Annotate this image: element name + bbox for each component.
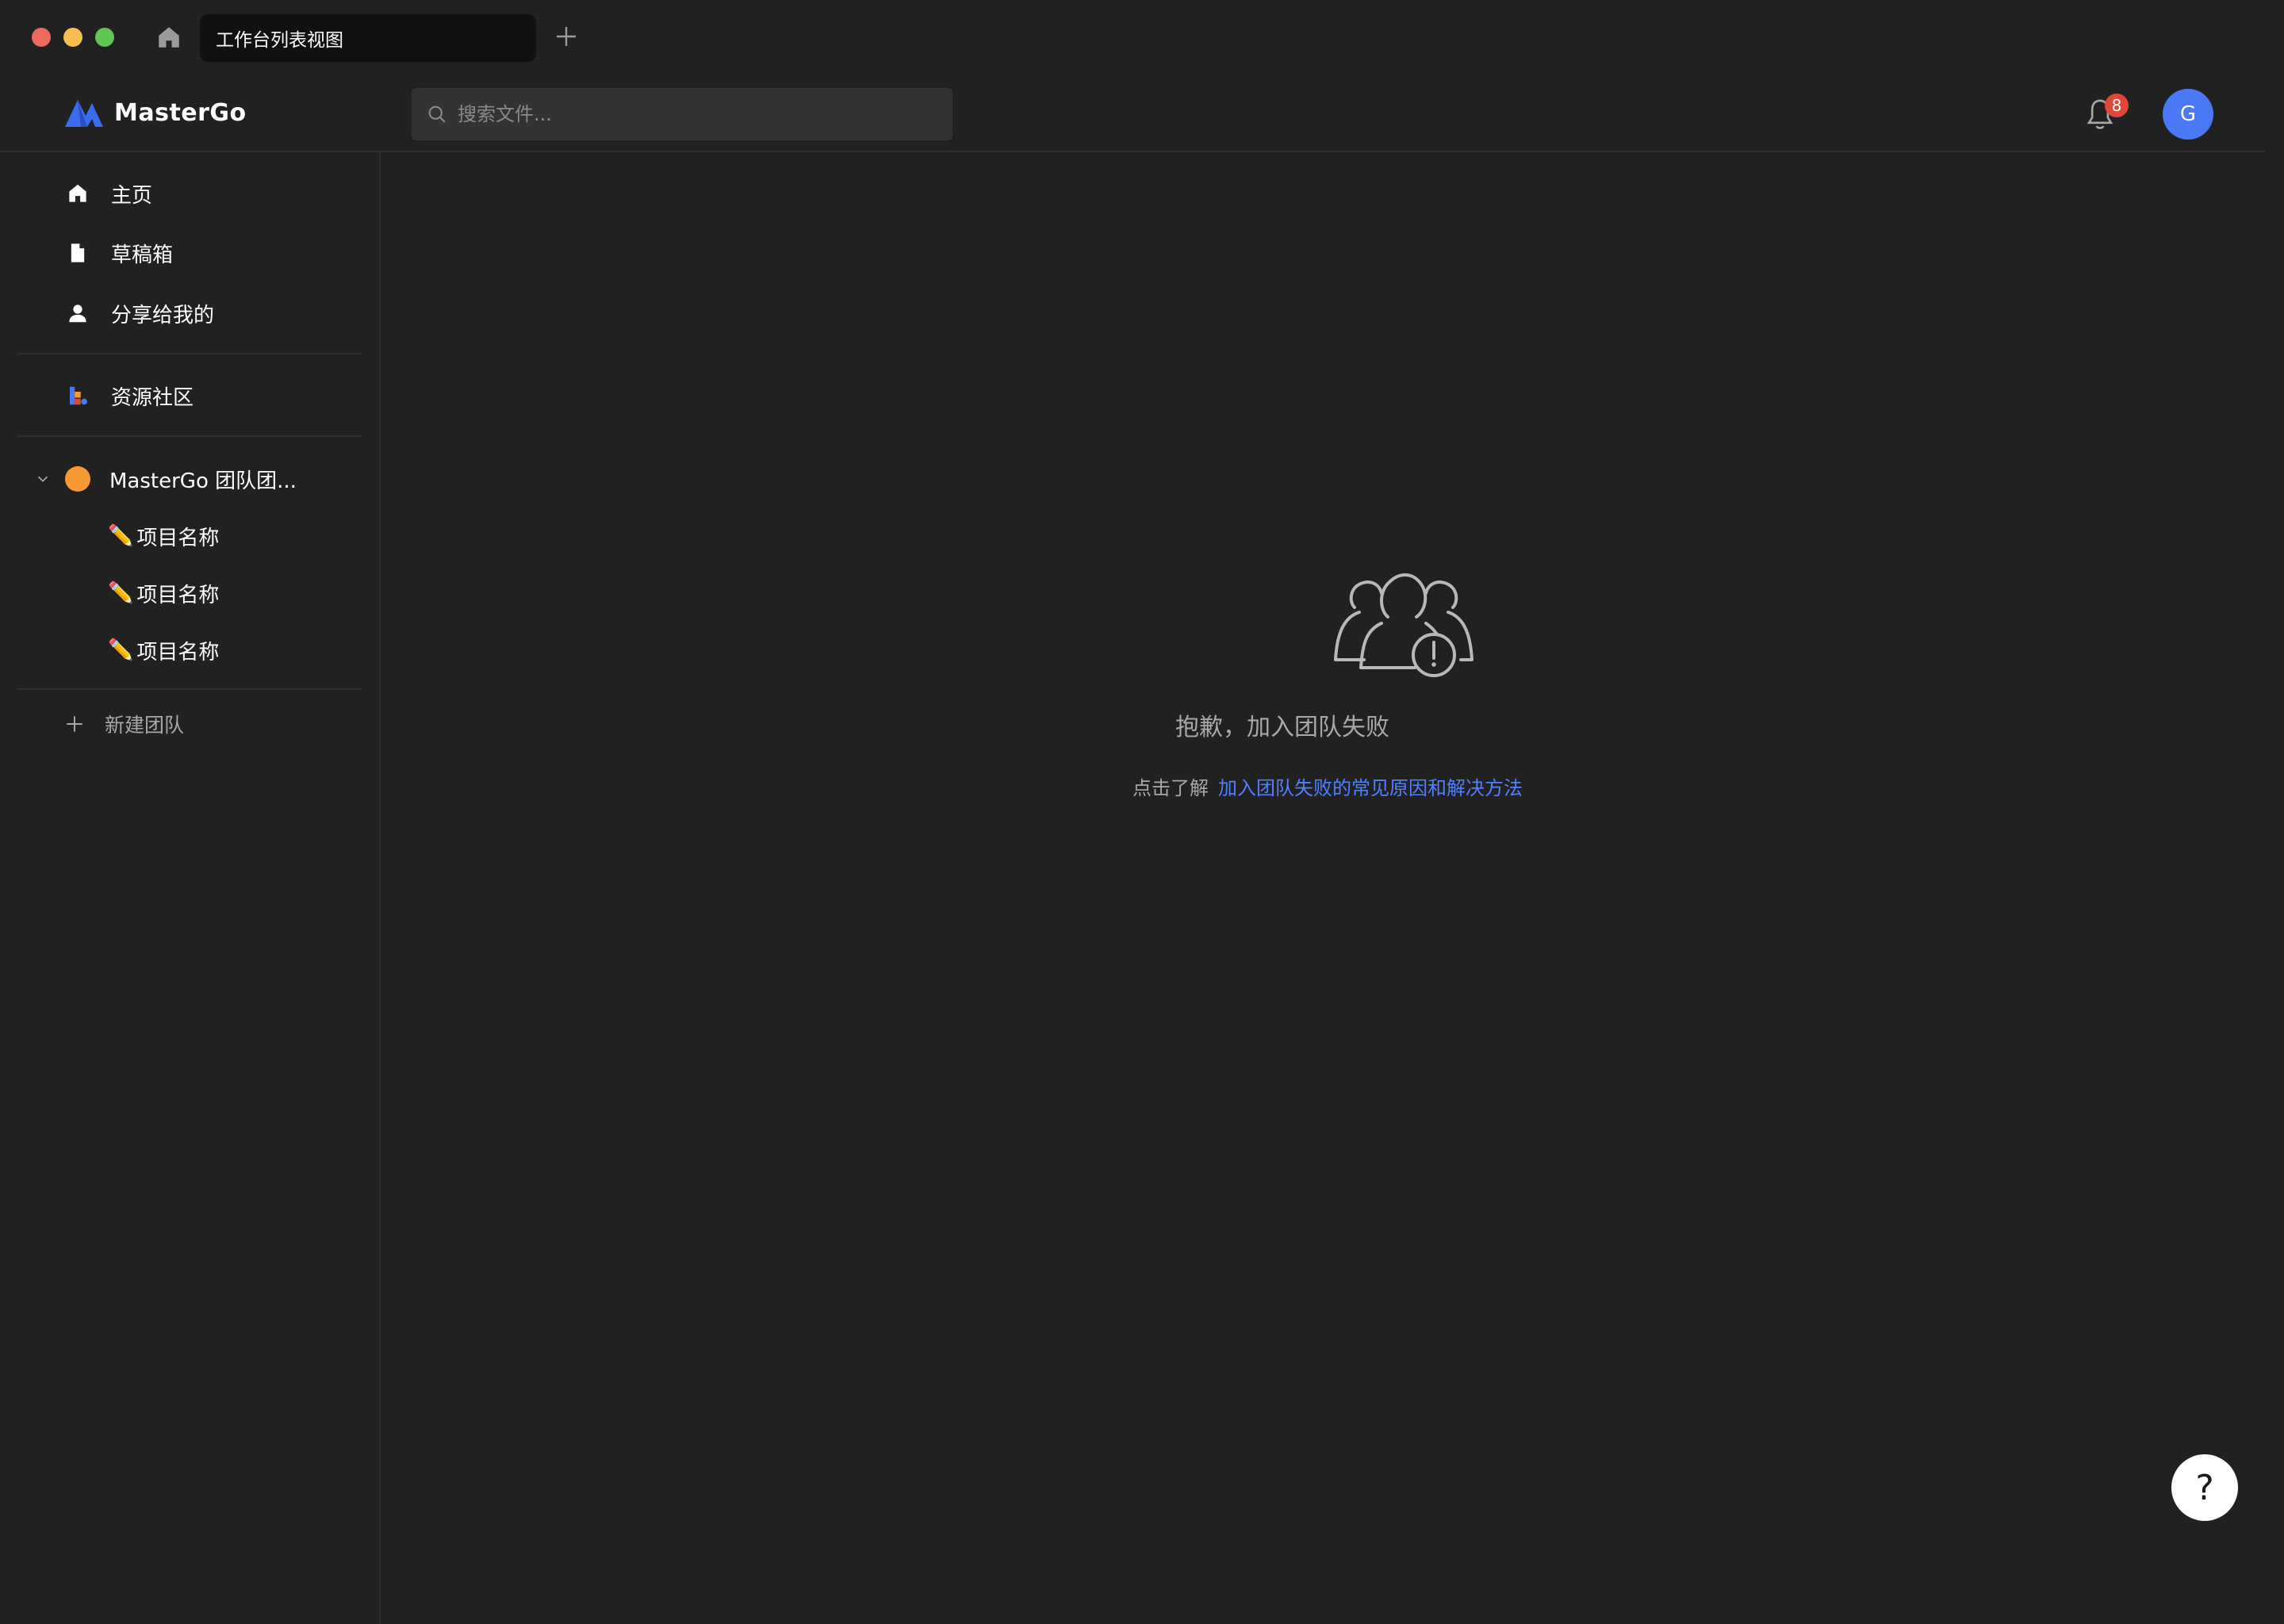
mastergo-logo-icon — [65, 100, 103, 127]
empty-state-title: 抱歉，加入团队失败 — [382, 707, 2284, 742]
logo[interactable]: MasterGo — [63, 97, 247, 128]
sidebar-divider — [17, 688, 362, 690]
home-icon[interactable] — [155, 24, 182, 51]
tab-title: 工作台列表视图 — [216, 30, 343, 51]
window-close-button[interactable] — [32, 28, 51, 47]
project-label: 项目名称 — [136, 583, 220, 607]
search-icon — [428, 105, 446, 123]
tab-workspace[interactable]: 工作台列表视图 — [200, 14, 536, 62]
pencil-icon: ✏️ — [108, 581, 134, 605]
sidebar-item-shared[interactable]: 分享给我的 — [63, 289, 214, 337]
team-avatar-dot — [65, 466, 90, 492]
sidebar-item-project[interactable]: ✏️ 项目名称 — [108, 573, 219, 613]
logo-text: MasterGo — [114, 98, 247, 127]
search-box[interactable] — [412, 88, 952, 140]
main-content: 抱歉，加入团队失败 点击了解 加入团队失败的常见原因和解决方法 — [382, 152, 2284, 1624]
team-name: MasterGo 团队团... — [109, 469, 297, 493]
new-team-button[interactable]: 新建团队 — [62, 704, 184, 744]
sidebar-item-label: 资源社区 — [111, 385, 194, 410]
avatar[interactable]: G — [2163, 89, 2213, 140]
file-icon — [63, 239, 92, 267]
empty-state-hint: 点击了解 加入团队失败的常见原因和解决方法 — [1132, 772, 1523, 800]
home-icon — [63, 179, 92, 208]
help-link[interactable]: 加入团队失败的常见原因和解决方法 — [1218, 772, 1523, 800]
community-icon — [63, 381, 92, 410]
title-bar: 工作台列表视图 — [0, 0, 2284, 76]
project-label: 项目名称 — [136, 640, 220, 665]
notification-badge: 8 — [2105, 94, 2129, 117]
new-team-label: 新建团队 — [105, 714, 185, 737]
help-button[interactable]: ? — [2171, 1454, 2238, 1521]
sidebar-item-project[interactable]: ✏️ 项目名称 — [108, 516, 219, 556]
plus-icon[interactable] — [554, 24, 579, 49]
search-input[interactable] — [458, 103, 918, 125]
app-header: MasterGo 8 G — [0, 76, 2265, 152]
team-error-icon — [1334, 573, 1473, 677]
app-window: 工作台列表视图 MasterGo 8 — [0, 0, 2284, 1624]
project-label: 项目名称 — [136, 526, 220, 550]
empty-state-illustration — [1261, 566, 1546, 677]
window-minimize-button[interactable] — [63, 28, 82, 47]
window-maximize-button[interactable] — [95, 28, 114, 47]
sidebar-item-drafts[interactable]: 草稿箱 — [63, 229, 173, 277]
sidebar-item-label: 分享给我的 — [111, 303, 215, 327]
pencil-icon: ✏️ — [108, 638, 134, 662]
sidebar-item-community[interactable]: 资源社区 — [63, 372, 194, 419]
user-icon — [63, 299, 92, 327]
sidebar: 主页 草稿箱 分享给我的 资源社区 MasterGo 团队团... ✏️ 项目名… — [0, 152, 381, 1624]
chevron-down-icon[interactable] — [32, 468, 54, 490]
sidebar-item-label: 主页 — [111, 183, 153, 208]
avatar-initial: G — [2179, 102, 2197, 126]
pencil-icon: ✏️ — [108, 524, 134, 548]
sidebar-divider — [17, 435, 362, 437]
empty-state-title-text: 抱歉，加入团队失败 — [1175, 714, 1389, 741]
sidebar-divider — [17, 353, 362, 354]
sidebar-item-home[interactable]: 主页 — [63, 170, 152, 217]
sidebar-item-project[interactable]: ✏️ 项目名称 — [108, 630, 219, 670]
sidebar-team[interactable]: MasterGo 团队团... — [32, 455, 297, 503]
help-icon: ? — [2195, 1467, 2214, 1508]
plus-icon — [62, 711, 87, 737]
hint-prefix: 点击了解 — [1132, 777, 1209, 799]
sidebar-item-label: 草稿箱 — [111, 243, 174, 267]
notification-button[interactable]: 8 — [2081, 94, 2129, 135]
